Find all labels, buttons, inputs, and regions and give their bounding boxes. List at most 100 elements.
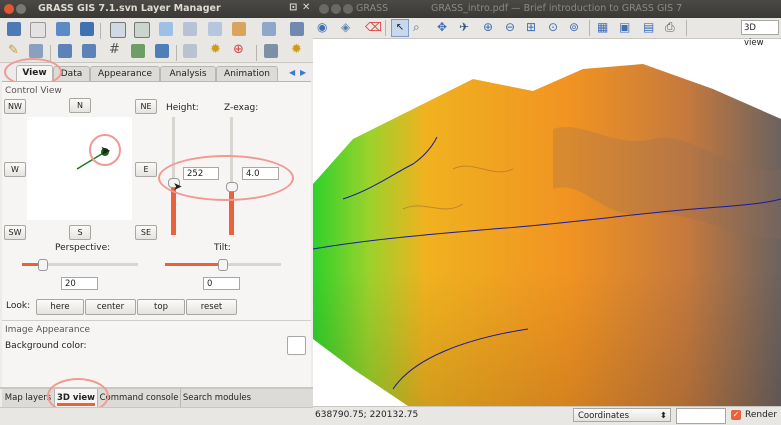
view-mode-select[interactable]: 3D view	[741, 20, 779, 48]
coordinates-mode-label: Coordinates	[578, 411, 630, 421]
divider	[2, 320, 311, 321]
add-vector-icon[interactable]	[183, 22, 197, 36]
render-map-icon[interactable]: ◈	[341, 20, 350, 34]
view-e-button[interactable]: E	[135, 162, 157, 177]
minimize-window-button[interactable]	[16, 4, 26, 14]
close-window-button[interactable]	[4, 4, 14, 14]
statusbar-field[interactable]	[676, 408, 726, 424]
close-window-button[interactable]	[319, 4, 329, 14]
mouse-cursor-icon: ➤	[173, 180, 183, 193]
coordinates-mode-select[interactable]: Coordinates ⬍	[573, 408, 671, 422]
pan-icon[interactable]: ✥	[437, 20, 447, 34]
quit-icon[interactable]	[264, 44, 278, 58]
add-overlay-icon[interactable]	[232, 22, 246, 36]
layer-down-icon[interactable]	[82, 44, 96, 58]
map-canvas-3d[interactable]	[313, 39, 781, 406]
pencil-icon[interactable]: ✎	[8, 43, 19, 58]
minimize-window-button[interactable]	[331, 4, 341, 14]
query-icon[interactable]: ⌕	[413, 20, 420, 35]
open-workspace-icon[interactable]	[56, 22, 70, 36]
view-nw-button[interactable]: NW	[4, 99, 26, 114]
tab-scroll-left-icon[interactable]: ◀	[289, 68, 295, 77]
render-checkbox[interactable]: ✓	[731, 410, 741, 420]
cartographic-composer-icon[interactable]	[155, 44, 169, 58]
look-here-button[interactable]: here	[36, 299, 84, 315]
tab-analysis[interactable]: Analysis	[160, 66, 216, 82]
tab-scroll-right-icon[interactable]: ▶	[300, 68, 306, 77]
look-label: Look:	[6, 301, 31, 311]
new-workspace-icon[interactable]	[30, 22, 46, 38]
tab-appearance[interactable]: Appearance	[90, 66, 160, 82]
coordinates-readout: 638790.75; 220132.75	[315, 410, 419, 420]
remove-layer-icon[interactable]	[262, 22, 276, 36]
map-display-window: GRASS GRASS_intro.pdf — Brief introducti…	[313, 0, 781, 425]
modeler-icon[interactable]	[183, 44, 197, 58]
layer-manager-titlebar: GRASS GIS 7.1.svn Layer Manager ⊡ ✕	[0, 0, 313, 18]
new-display-icon[interactable]	[7, 22, 21, 36]
show-attributes-icon[interactable]	[290, 22, 304, 36]
view-se-button[interactable]: SE	[135, 225, 157, 240]
help-icon[interactable]: ⊕	[233, 42, 244, 57]
overlay-icon[interactable]: ▣	[619, 20, 630, 34]
look-top-button[interactable]: top	[137, 299, 185, 315]
restore-icon[interactable]: ⊡	[289, 2, 297, 13]
tab-command-console[interactable]: Command console	[98, 389, 181, 407]
settings-icon[interactable]: ✹	[210, 42, 221, 57]
maximize-window-button[interactable]	[343, 4, 353, 14]
view-ne-button[interactable]: NE	[135, 99, 157, 114]
highlight-height-zexag	[158, 155, 294, 201]
perspective-slider-handle[interactable]	[38, 259, 48, 271]
render-label: Render	[745, 410, 778, 420]
toolbar-row-1	[0, 18, 313, 41]
attribute-table-icon[interactable]	[29, 44, 43, 58]
perspective-label: Perspective:	[55, 243, 111, 253]
view-position-pad[interactable]	[27, 117, 132, 220]
tilt-slider-fill	[165, 263, 221, 266]
zoom-menu-icon[interactable]: ⊚	[569, 20, 579, 34]
background-color-label: Background color:	[5, 341, 87, 351]
fly-icon[interactable]: ✈	[459, 20, 469, 34]
zoom-in-icon[interactable]: ⊕	[483, 20, 493, 34]
georectify-icon[interactable]	[131, 44, 145, 58]
grid-icon[interactable]: #	[109, 42, 120, 57]
mouse-cursor-icon: ➤	[100, 144, 111, 159]
add-group-icon[interactable]	[208, 22, 222, 36]
map-display-title: GRASS	[356, 3, 389, 14]
tab-search-modules[interactable]: Search modules	[181, 389, 254, 407]
view-sw-button[interactable]: SW	[4, 225, 26, 240]
tilt-slider-handle[interactable]	[218, 259, 228, 271]
pdf-viewer-title: GRASS_intro.pdf — Brief introduction to …	[431, 3, 683, 14]
view-s-button[interactable]: S	[69, 225, 91, 240]
tab-animation[interactable]: Animation	[216, 66, 278, 82]
map-toolbar: ◉ ◈ ⌫ ↖ ⌕ ✥ ✈ ⊕ ⊖ ⊞ ⊙ ⊚ ▦ ▣ ▤ ⎙ 3D view	[313, 18, 781, 48]
tilt-value-field[interactable]: 0	[203, 277, 240, 290]
import-vector-icon[interactable]	[134, 22, 150, 38]
zoom-region-icon[interactable]: ⊞	[526, 20, 536, 34]
erase-icon[interactable]: ⌫	[365, 20, 382, 34]
map-statusbar: 638790.75; 220132.75 Coordinates ⬍ ✓ Ren…	[313, 406, 781, 425]
image-appearance-heading: Image Appearance	[5, 325, 91, 335]
bottom-tabs-filler	[253, 389, 313, 407]
pointer-icon[interactable]: ↖	[391, 19, 409, 37]
zexag-label: Z-exag:	[224, 103, 259, 113]
layer-up-icon[interactable]	[58, 44, 72, 58]
add-raster-icon[interactable]	[159, 22, 173, 36]
height-label: Height:	[166, 103, 199, 113]
save-image-icon[interactable]: ▤	[643, 20, 654, 34]
zoom-back-icon[interactable]: ⊙	[548, 20, 558, 34]
look-center-button[interactable]: center	[85, 299, 136, 315]
perspective-value-field[interactable]: 20	[61, 277, 98, 290]
view-n-button[interactable]: N	[69, 98, 91, 113]
close-icon[interactable]: ✕	[302, 2, 310, 13]
view-w-button[interactable]: W	[4, 162, 26, 177]
import-raster-icon[interactable]	[110, 22, 126, 38]
print-icon[interactable]: ⎙	[665, 20, 675, 35]
look-reset-button[interactable]: reset	[186, 299, 237, 315]
display-map-icon[interactable]: ◉	[317, 20, 327, 34]
control-view-heading: Control View	[5, 86, 62, 96]
save-workspace-icon[interactable]	[80, 22, 94, 36]
background-color-swatch[interactable]	[287, 336, 306, 355]
analyze-icon[interactable]: ▦	[597, 20, 608, 34]
zoom-out-icon[interactable]: ⊖	[505, 20, 515, 34]
preferences-icon[interactable]: ✹	[291, 42, 302, 57]
